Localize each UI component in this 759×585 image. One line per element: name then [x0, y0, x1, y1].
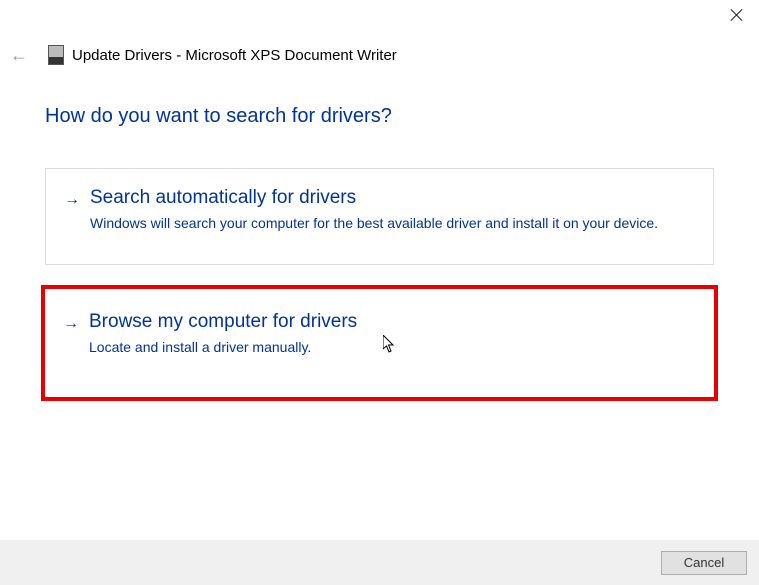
close-icon[interactable]	[730, 8, 744, 22]
footer: Cancel	[0, 540, 759, 585]
page-heading: How do you want to search for drivers?	[45, 105, 714, 128]
option-desc: Windows will search your computer for th…	[90, 214, 695, 234]
content-area: How do you want to search for drivers? →…	[0, 70, 759, 401]
option-search-auto[interactable]: → Search automatically for drivers Windo…	[45, 168, 714, 265]
cancel-button[interactable]: Cancel	[661, 551, 747, 575]
option-title: Search automatically for drivers	[90, 187, 695, 209]
device-icon	[48, 45, 64, 65]
arrow-right-icon: →	[64, 191, 80, 209]
arrow-right-icon: →	[63, 315, 79, 333]
titlebar	[0, 0, 759, 30]
window-title: Update Drivers - Microsoft XPS Document …	[72, 47, 397, 64]
option-desc: Locate and install a driver manually.	[89, 338, 696, 358]
option-browse-computer[interactable]: → Browse my computer for drivers Locate …	[41, 285, 718, 402]
option-title: Browse my computer for drivers	[89, 311, 696, 333]
back-arrow-icon: ←	[10, 45, 28, 66]
header: ← Update Drivers - Microsoft XPS Documen…	[0, 30, 759, 70]
